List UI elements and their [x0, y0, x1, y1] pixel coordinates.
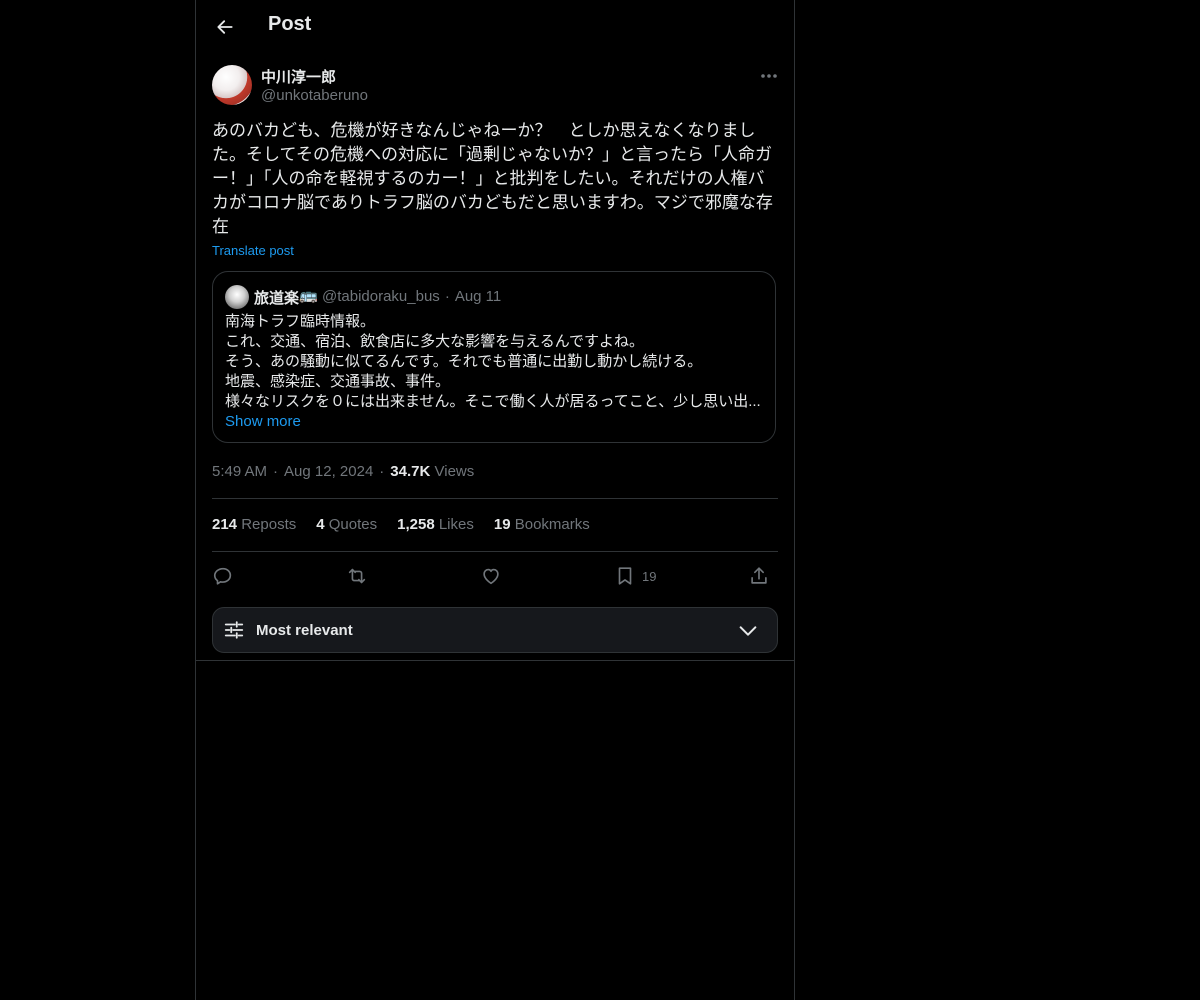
post-text: あのバカども、危機が好きなんじゃねーか？ としか思えなくなりました。そしてその危…: [212, 121, 773, 236]
quote-line: そう、あの騒動に似てるんです。それでも普通に出勤し動かし続ける。: [225, 353, 703, 370]
bus-emoji-badge: 🚌: [299, 287, 318, 304]
action-bar: 19: [212, 560, 778, 592]
author-name[interactable]: 中川淳一郎: [261, 66, 336, 87]
repost-button[interactable]: [346, 562, 368, 590]
bookmark-count: 19: [642, 568, 657, 584]
reply-button[interactable]: [212, 562, 234, 590]
more-horizontal-icon: [761, 74, 777, 78]
quote-author-handle: @tabidoraku_bus: [322, 288, 440, 305]
arrow-left-icon: [217, 20, 233, 34]
quote-avatar: [225, 285, 249, 309]
post-date[interactable]: Aug 12, 2024: [284, 463, 373, 480]
heart-icon: [483, 568, 499, 585]
sort-label: Most relevant: [256, 622, 353, 639]
quote-line: 南海トラフ臨時情報。: [225, 313, 376, 330]
reply-icon: [213, 567, 232, 585]
quote-date: Aug 11: [454, 288, 502, 305]
reposts-stat[interactable]: 214 Reposts: [212, 516, 296, 533]
page-title: Post: [268, 13, 312, 35]
show-more-link[interactable]: Show more: [225, 413, 301, 430]
divider: [212, 551, 778, 552]
reply-sort-dropdown[interactable]: Most relevant: [212, 607, 778, 653]
bookmarks-stat[interactable]: 19 Bookmarks: [494, 516, 590, 533]
like-button[interactable]: [480, 562, 502, 590]
divider: [212, 498, 778, 499]
separator-dot: ·: [379, 463, 385, 480]
sliders-icon: [224, 621, 244, 639]
bookmark-button[interactable]: 19: [614, 562, 656, 590]
views-count: 34.7K: [390, 463, 431, 480]
share-icon: [751, 567, 767, 584]
views-label: Views: [434, 463, 475, 480]
translate-post-link[interactable]: Translate post: [212, 243, 294, 258]
thread-divider: [196, 660, 794, 661]
main-column: Post 中川淳一郎 @unkotaberuno あのバカども、危機が好きなんじ…: [195, 0, 795, 1000]
quote-line: 様々なリスクを０には出来ません。そこで働く人が居るってこと、少し思い出...: [225, 393, 761, 410]
more-options-button[interactable]: [756, 66, 782, 86]
avatar[interactable]: [212, 65, 252, 105]
repost-icon: [348, 568, 366, 584]
quote-author-name: 旅道楽: [254, 290, 300, 307]
chevron-down-icon: [739, 626, 757, 636]
likes-stat[interactable]: 1,258 Likes: [397, 516, 474, 533]
share-button[interactable]: [748, 562, 770, 590]
post-timestamp: 5:49 AM · Aug 12, 2024 · 34.7K Views: [212, 463, 474, 480]
quote-meta: @tabidoraku_bus · Aug 11: [322, 288, 501, 305]
separator-dot: ·: [273, 463, 279, 480]
quotes-stat[interactable]: 4 Quotes: [316, 516, 377, 533]
bookmark-icon: [618, 567, 632, 585]
back-button[interactable]: [208, 10, 242, 44]
page-header: Post: [196, 0, 794, 54]
post-time[interactable]: 5:49 AM: [212, 463, 267, 480]
quoted-post[interactable]: 旅道楽 🚌 @tabidoraku_bus · Aug 11 南海トラフ臨時情報。 …: [212, 271, 776, 443]
author-handle[interactable]: @unkotaberuno: [261, 87, 368, 104]
engagement-stats: 214 Reposts 4 Quotes 1,258 Likes 19 Book…: [212, 516, 590, 533]
quote-text: 南海トラフ臨時情報。 これ、交通、宿泊、飲食店に多大な影響を与えるんですよね。 …: [225, 312, 765, 412]
quote-line: これ、交通、宿泊、飲食店に多大な影響を与えるんですよね。: [225, 333, 644, 350]
quote-line: 地震、感染症、交通事故、事件。: [225, 373, 451, 390]
separator-dot: ·: [444, 288, 450, 305]
